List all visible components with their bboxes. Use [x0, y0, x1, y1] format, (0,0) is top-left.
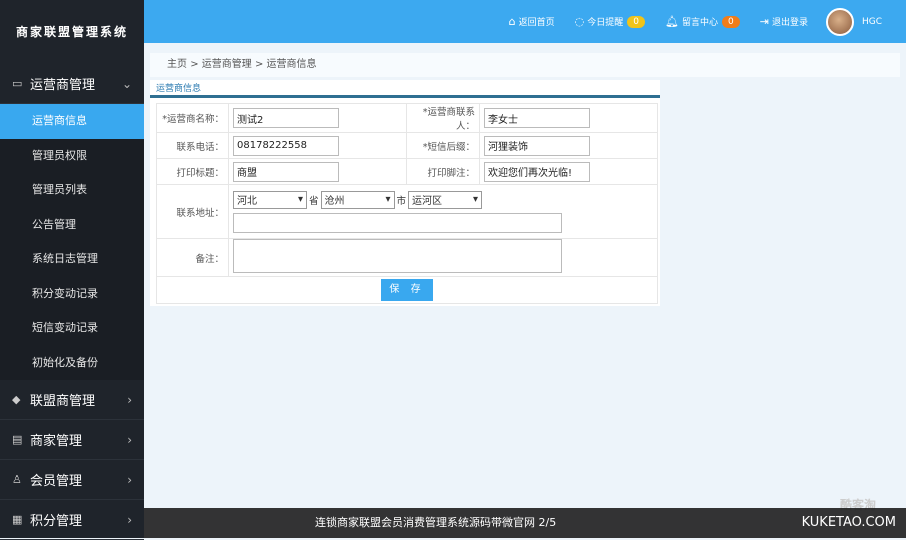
contact-person-input[interactable]: [484, 108, 590, 128]
label: 打印标题：: [156, 158, 229, 185]
print-footer-input[interactable]: [484, 161, 590, 182]
address-input[interactable]: [233, 212, 562, 233]
home-icon: ⌂: [508, 15, 516, 28]
sidebar-item[interactable]: 运营商信息: [0, 104, 144, 139]
chevron-right-icon: ›: [127, 512, 132, 527]
district-select[interactable]: 运河区 ▾: [408, 190, 483, 209]
label: *运营商名称：: [156, 103, 229, 133]
sidebar-item[interactable]: 积分变动记录: [0, 276, 144, 311]
operator-form: *运营商名称： *运营商联系人： 联系电话： *短信后缀： 打印标题： 打印脚注…: [156, 103, 658, 304]
diamond-icon: ◆: [12, 393, 21, 406]
chat-icon: ◌: [574, 15, 585, 28]
remark-textarea[interactable]: [233, 239, 562, 273]
label: 联系地址：: [156, 184, 229, 239]
caption-text: 连锁商家联盟会员消费管理系统源码带微官网 2/5: [315, 516, 557, 529]
sms-suffix-input[interactable]: [484, 135, 590, 156]
panel-title: 运营商信息: [150, 80, 660, 98]
dropdown-arrow-icon: ▾: [297, 194, 303, 205]
sidebar-item[interactable]: 公告管理: [0, 207, 144, 242]
chevron-right-icon: ›: [127, 472, 132, 487]
username: HGC: [861, 16, 882, 27]
label: *短信后缀：: [406, 132, 480, 159]
sidebar: 商家联盟管理系统 ▭ 运营商管理 ⌄ 运营商信息 管理员权限 管理员列表 公告管理 …: [0, 0, 144, 540]
chevron-right-icon: ›: [127, 432, 132, 447]
save-button[interactable]: 保 存: [381, 279, 433, 301]
breadcrumb: 主页 > 运营商管理 > 运营商信息: [150, 53, 900, 77]
label: 联系电话：: [156, 132, 229, 159]
dropdown-arrow-icon: ▾: [385, 194, 391, 205]
message-link[interactable]: 🔔︎ 留言中心 0: [665, 15, 740, 28]
points-icon: ▦: [12, 513, 23, 526]
operator-name-input[interactable]: [233, 108, 339, 128]
reminder-badge: 0: [627, 15, 646, 28]
monitor-icon: ▭: [12, 77, 23, 90]
sidebar-group-alliance[interactable]: ◆ 联盟商管理 ›: [0, 380, 144, 420]
sidebar-item[interactable]: 系统日志管理: [0, 242, 144, 277]
label: 打印脚注：: [406, 158, 480, 185]
logout-icon: ⇥: [759, 15, 769, 28]
logout-link[interactable]: ⇥ 退出登录: [760, 15, 808, 28]
phone-input[interactable]: [233, 135, 339, 156]
user-icon: ♙: [12, 473, 22, 486]
dropdown-arrow-icon: ▾: [473, 194, 479, 205]
breadcrumb-operator[interactable]: 运营商管理: [202, 59, 252, 70]
sidebar-group-operator[interactable]: ▭ 运营商管理 ⌄: [0, 64, 144, 104]
sidebar-item[interactable]: 短信变动记录: [0, 311, 144, 346]
breadcrumb-separator: >: [190, 59, 199, 70]
sidebar-item[interactable]: 管理员列表: [0, 173, 144, 208]
breadcrumb-current: 运营商信息: [266, 59, 317, 70]
sidebar-group-merchant[interactable]: ▤ 商家管理 ›: [0, 420, 144, 460]
bell-icon: 🔔︎: [665, 15, 679, 28]
label: 备注：: [156, 238, 229, 277]
sidebar-group-member[interactable]: ♙ 会员管理 ›: [0, 460, 144, 500]
top-bar: ⌂ 返回首页 ◌ 今日提醒 0 🔔︎ 留言中心 0 ⇥ 退出登录 HGC: [144, 0, 906, 43]
sidebar-item[interactable]: 管理员权限: [0, 138, 144, 173]
message-badge: 0: [722, 15, 740, 28]
reminder-link[interactable]: ◌ 今日提醒 0: [574, 15, 646, 28]
print-title-input[interactable]: [233, 161, 339, 182]
caption-site: KUKETAO.COM: [801, 515, 896, 530]
store-icon: ▤: [12, 433, 23, 446]
caption-bar: 连锁商家联盟会员消费管理系统源码带微官网 2/5 KUKETAO.COM: [144, 508, 906, 538]
sidebar-item[interactable]: 初始化及备份: [0, 345, 144, 380]
app-logo: 商家联盟管理系统: [15, 25, 128, 39]
province-select[interactable]: 河北 ▾: [233, 190, 307, 209]
sidebar-group-points[interactable]: ▦ 积分管理 ›: [0, 500, 144, 540]
city-select[interactable]: 沧州 ▾: [320, 190, 395, 209]
breadcrumb-separator: >: [254, 59, 264, 70]
chevron-down-icon: ⌄: [121, 76, 132, 91]
operator-info-panel: 运营商信息 *运营商名称： *运营商联系人： 联系电话： *短信后缀： 打印标题…: [150, 80, 660, 306]
chevron-right-icon: ›: [127, 392, 132, 407]
home-link[interactable]: ⌂ 返回首页: [509, 15, 555, 28]
label: *运营商联系人：: [406, 103, 480, 133]
breadcrumb-home[interactable]: 主页: [167, 59, 187, 70]
avatar[interactable]: [825, 7, 854, 36]
